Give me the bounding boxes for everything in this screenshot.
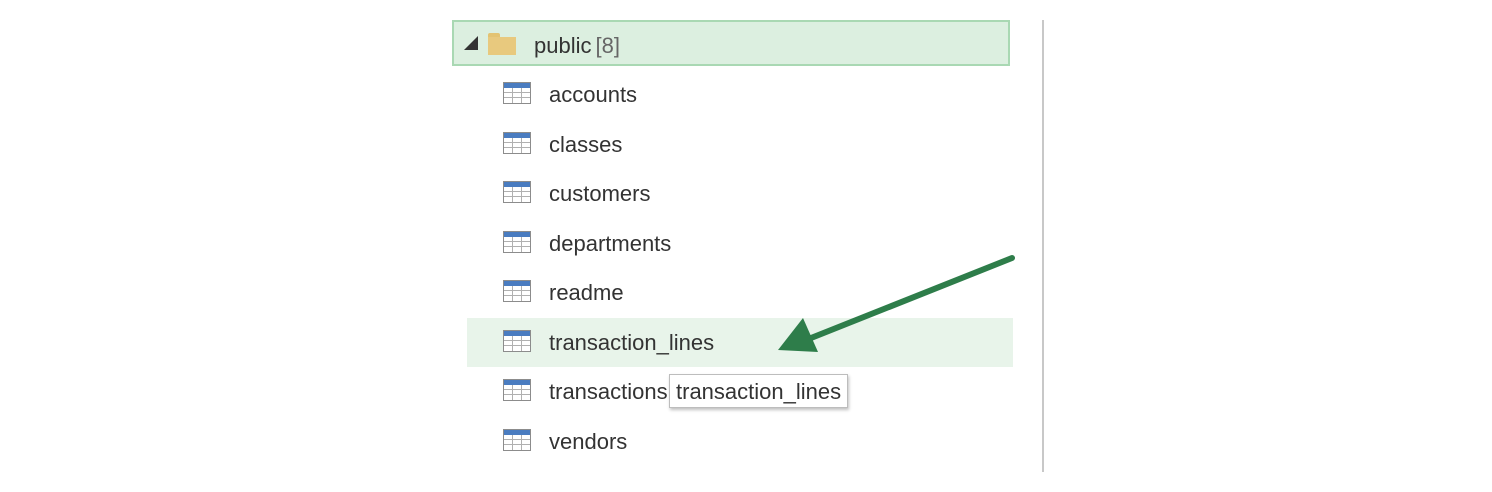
- expand-triangle-icon[interactable]: [464, 36, 478, 50]
- table-item-departments[interactable]: departments: [467, 219, 1013, 269]
- folder-count: [8]: [595, 33, 620, 58]
- table-icon: [503, 280, 531, 302]
- table-item-classes[interactable]: classes: [467, 120, 1013, 170]
- table-item-label: classes: [549, 131, 623, 157]
- table-icon: [503, 82, 531, 104]
- table-icon: [503, 428, 531, 451]
- table-icon: [503, 181, 531, 203]
- pane-divider[interactable]: [1042, 20, 1044, 472]
- folder-row-public[interactable]: public [8]: [452, 20, 1010, 66]
- tooltip: transaction_lines: [669, 374, 849, 408]
- table-item-label: accounts: [549, 82, 638, 107]
- table-item-transaction-lines[interactable]: transaction_lines: [467, 317, 1013, 367]
- table-item-label: transactions: [549, 379, 668, 404]
- table-item-readme[interactable]: readme: [467, 268, 1013, 318]
- navigator-pane: public [8] accounts classes customers dep…: [452, 20, 1014, 480]
- folder-name: public: [534, 33, 592, 58]
- table-icon: [503, 230, 531, 253]
- table-item-label: transaction_lines: [549, 329, 715, 355]
- table-item-label: customers: [549, 181, 651, 206]
- table-item-accounts[interactable]: accounts: [467, 70, 1013, 120]
- folder-label: public [8]: [534, 33, 620, 59]
- table-icon: [503, 379, 531, 401]
- table-item-label: readme: [549, 280, 624, 305]
- table-icon: [503, 131, 531, 154]
- table-icon: [503, 329, 531, 352]
- table-item-label: departments: [549, 230, 672, 256]
- table-item-customers[interactable]: customers: [467, 169, 1013, 219]
- table-item-label: vendors: [549, 428, 628, 454]
- folder-icon: [488, 33, 516, 55]
- table-item-vendors[interactable]: vendors: [467, 417, 1013, 467]
